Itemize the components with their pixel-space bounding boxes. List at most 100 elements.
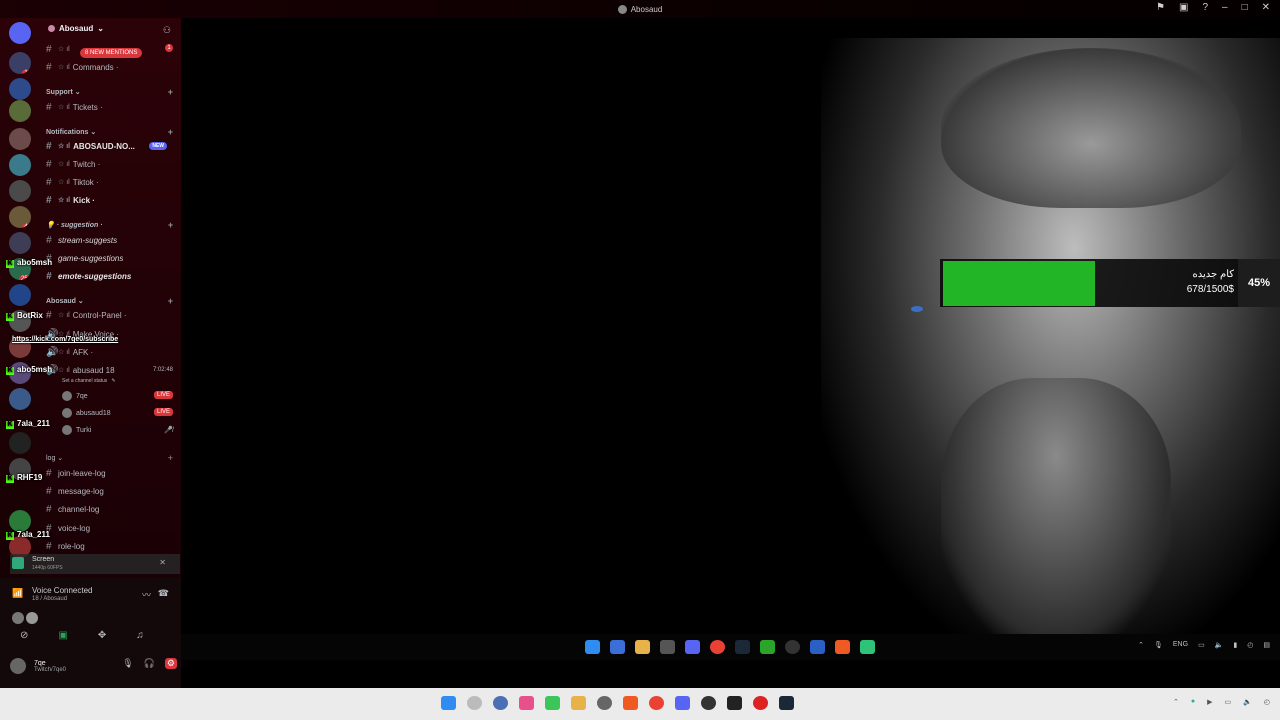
- channel-item-afk[interactable]: 🔊 ☆ ıl AFK ·: [46, 344, 175, 360]
- steam-icon[interactable]: [779, 696, 794, 710]
- inbox-icon[interactable]: ▣: [1179, 2, 1188, 13]
- kick-icon[interactable]: [860, 640, 875, 654]
- activities-icon[interactable]: ✥: [98, 630, 106, 641]
- voice-channel-path[interactable]: 18 / Abosaud: [32, 596, 67, 602]
- notification-icon[interactable]: ▤: [1263, 641, 1270, 649]
- screen-share-icon[interactable]: ▣: [58, 630, 67, 641]
- headphones-icon[interactable]: 🎧: [144, 658, 155, 669]
- folder-icon[interactable]: [571, 696, 586, 710]
- monitor-icon[interactable]: ▭: [1198, 641, 1205, 649]
- voice-user[interactable]: Turki 🎤̸: [62, 423, 181, 437]
- channel-status[interactable]: Set a channel status ✎: [62, 374, 116, 388]
- brave-icon[interactable]: [623, 696, 638, 710]
- discord-home-icon[interactable]: [9, 22, 31, 44]
- chrome-icon[interactable]: [710, 640, 725, 654]
- add-channel-icon[interactable]: +: [168, 220, 173, 230]
- settings-icon[interactable]: [493, 696, 508, 710]
- discord-icon[interactable]: [675, 696, 690, 710]
- obs-icon[interactable]: [701, 696, 716, 710]
- invite-icon[interactable]: ⚇: [163, 25, 171, 36]
- search-icon[interactable]: [467, 696, 482, 710]
- server-icon[interactable]: 44: [9, 206, 31, 228]
- channel-item-join-leave-log[interactable]: # join-leave-log: [46, 465, 175, 481]
- status-icon[interactable]: ●: [1191, 698, 1195, 706]
- add-channel-icon[interactable]: +: [168, 127, 173, 137]
- server-icon[interactable]: [9, 180, 31, 202]
- channel-item-kick[interactable]: # ☆ ıl Kick ·: [46, 192, 175, 208]
- soundboard-icon[interactable]: ♫: [136, 630, 144, 641]
- new-mentions-badge[interactable]: 8 NEW MENTIONS: [80, 48, 143, 58]
- server-icon[interactable]: 8: [9, 128, 31, 150]
- clock-icon[interactable]: ◴: [1247, 641, 1253, 649]
- category-notifications[interactable]: Notifications ⌄ +: [46, 126, 175, 138]
- server-icon[interactable]: [9, 432, 31, 454]
- channel-item-voice-log[interactable]: # voice-log: [46, 520, 175, 536]
- channel-item-stream-suggests[interactable]: # stream-suggests: [46, 232, 175, 248]
- channel-item-role-log[interactable]: # role-log: [46, 538, 175, 554]
- server-icon[interactable]: [9, 78, 31, 100]
- server-icon[interactable]: [9, 284, 31, 306]
- channel-item-message-log[interactable]: # message-log: [46, 483, 175, 499]
- gear-icon[interactable]: ⚙: [164, 658, 177, 669]
- clock-icon[interactable]: ◴: [1264, 698, 1270, 706]
- language-indicator[interactable]: ENG: [1173, 641, 1188, 649]
- play-icon[interactable]: ▶: [1207, 698, 1212, 706]
- microphone-icon[interactable]: 🎙: [1154, 641, 1163, 649]
- microphone-icon[interactable]: 🎙: [122, 658, 133, 669]
- camera-off-icon[interactable]: ⊘: [20, 630, 28, 641]
- chrome-icon[interactable]: [649, 696, 664, 710]
- app-icon[interactable]: [810, 640, 825, 654]
- server-icon[interactable]: [9, 232, 31, 254]
- windows-icon[interactable]: [441, 696, 456, 710]
- channel-item-control-panel[interactable]: # ☆ ıl Control-Panel ·: [46, 307, 175, 323]
- app-icon[interactable]: [545, 696, 560, 710]
- add-channel-icon[interactable]: +: [168, 87, 173, 97]
- maximize-button[interactable]: □: [1242, 2, 1248, 13]
- add-channel-icon[interactable]: +: [168, 296, 173, 306]
- voice-user[interactable]: 7qe LIVE: [62, 389, 181, 403]
- obs-icon[interactable]: [785, 640, 800, 654]
- help-icon[interactable]: ?: [1202, 2, 1208, 13]
- settings-icon[interactable]: [660, 640, 675, 654]
- channel-item-abosaud-no[interactable]: # ☆ ıl ABOSAUD-NO... NEW: [46, 138, 175, 154]
- discord-icon[interactable]: [685, 640, 700, 654]
- voice-user[interactable]: abusaud18 LIVE: [62, 406, 181, 420]
- channel-item-tiktok[interactable]: # ☆ ıl Tiktok ·: [46, 174, 175, 190]
- chevron-up-icon[interactable]: ⌃: [1138, 641, 1144, 649]
- server-icon[interactable]: 12: [9, 52, 31, 74]
- server-icon[interactable]: [9, 510, 31, 532]
- app-icon[interactable]: [519, 696, 534, 710]
- add-channel-icon[interactable]: +: [168, 453, 173, 463]
- monitor-icon[interactable]: ▭: [1225, 698, 1232, 706]
- close-button[interactable]: ✕: [1262, 2, 1270, 13]
- battery-icon[interactable]: ▮: [1233, 641, 1237, 649]
- channel-item-emote-suggestions[interactable]: # emote-suggestions: [46, 268, 175, 284]
- brave-icon[interactable]: [835, 640, 850, 654]
- app-icon[interactable]: [753, 696, 768, 710]
- windows-icon[interactable]: [585, 640, 600, 654]
- terminal-icon[interactable]: [727, 696, 742, 710]
- steam-icon[interactable]: [735, 640, 750, 654]
- disconnect-icon[interactable]: ☎: [158, 588, 169, 599]
- pin-icon[interactable]: ⚑: [1156, 2, 1165, 13]
- channel-item-game-suggestions[interactable]: # game-suggestions: [46, 250, 175, 266]
- close-icon[interactable]: ✕: [159, 558, 166, 567]
- minimize-button[interactable]: –: [1222, 2, 1228, 13]
- channel-item-tickets[interactable]: # ☆ ıl Tickets ·: [46, 99, 175, 115]
- noise-suppression-icon[interactable]: 〰: [142, 588, 151, 601]
- server-icon[interactable]: [9, 100, 31, 122]
- server-icon[interactable]: [9, 154, 31, 176]
- category-support[interactable]: Support ⌄ +: [46, 86, 175, 98]
- chevron-up-icon[interactable]: ⌃: [1173, 698, 1179, 706]
- folder-icon[interactable]: [635, 640, 650, 654]
- xbox-icon[interactable]: [760, 640, 775, 654]
- user-panel[interactable]: 7qe Twitch/7qe0: [10, 658, 66, 674]
- volume-icon[interactable]: 🔈: [1243, 698, 1252, 706]
- category-suggestion[interactable]: 💡 · suggestion · +: [46, 219, 175, 231]
- server-icon[interactable]: [9, 388, 31, 410]
- channel-item-channel-log[interactable]: # channel-log: [46, 501, 175, 517]
- channel-item-commands[interactable]: # ☆ ıl Commands ·: [46, 59, 175, 75]
- volume-icon[interactable]: 🔈: [1215, 641, 1224, 649]
- channel-item-twitch[interactable]: # ☆ ıl Twitch ·: [46, 156, 175, 172]
- screen-share-bar[interactable]: Screen 1440p 60FPS ✕: [10, 554, 180, 574]
